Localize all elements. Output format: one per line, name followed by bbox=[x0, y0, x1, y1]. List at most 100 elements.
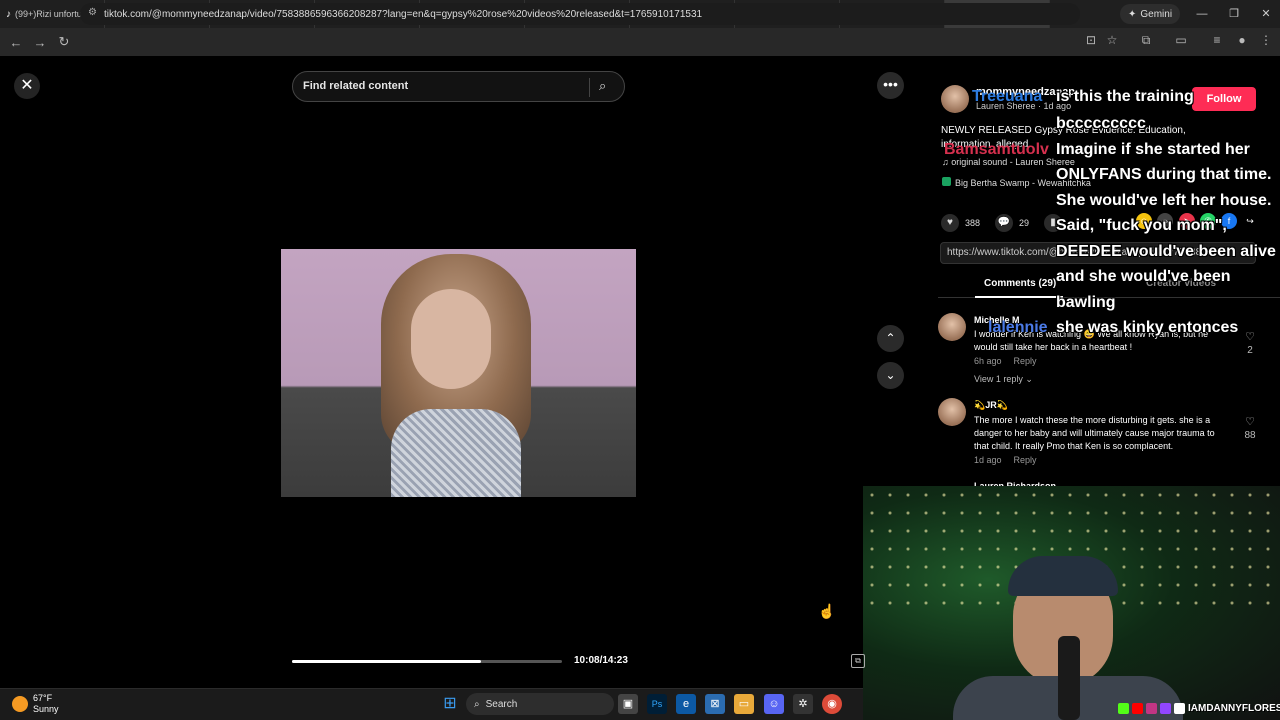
streamer-handle: IAMDANNYFLORES bbox=[1118, 703, 1280, 714]
forward-icon[interactable]: → bbox=[28, 35, 52, 50]
chat-user-3: lalennie bbox=[988, 319, 1048, 336]
discord-icon[interactable]: ☺ bbox=[764, 694, 784, 714]
video-subject-face bbox=[411, 289, 491, 389]
bookmark-star-icon[interactable]: ☆ bbox=[1103, 33, 1121, 47]
previous-video-button[interactable]: ⌃ bbox=[877, 325, 904, 352]
taskbar-search-label: Search bbox=[485, 698, 518, 710]
chat-message-2-line: bccccccccc bbox=[1056, 115, 1146, 132]
search-icon[interactable]: ⌕ bbox=[599, 78, 606, 94]
edge-icon[interactable]: e bbox=[676, 694, 696, 714]
comment-icon: 💬 bbox=[995, 214, 1013, 232]
weather-text: 67°F Sunny bbox=[33, 693, 59, 715]
chat-message-2-line: She would've left her house. bbox=[1056, 191, 1272, 209]
tab-active-indicator bbox=[975, 296, 1063, 298]
chat-message-2-line: Said, "fuck you mom", bbox=[1056, 217, 1227, 234]
chat-user-2: Bamsamtuolv bbox=[944, 141, 1049, 158]
video-time: 10:08/14:23 bbox=[574, 655, 628, 666]
gemini-button[interactable]: ✦ Gemini bbox=[1120, 4, 1181, 24]
related-search: Find related content ⌕ bbox=[292, 71, 625, 102]
comment-like-icon[interactable]: ♡ bbox=[1242, 330, 1258, 343]
app-icon[interactable]: ✲ bbox=[793, 694, 813, 714]
reply-button[interactable]: Reply bbox=[1014, 356, 1037, 366]
comment-like-icon[interactable]: ♡ bbox=[1242, 415, 1258, 428]
next-video-button[interactable]: ⌄ bbox=[877, 362, 904, 389]
chrome-icon[interactable]: ◉ bbox=[822, 694, 842, 714]
camera-toggle-icon[interactable]: ⧉ bbox=[851, 654, 865, 668]
back-icon[interactable]: ← bbox=[4, 35, 28, 50]
tab-comments[interactable]: Comments (29) bbox=[984, 278, 1056, 289]
profile-icon[interactable]: ● bbox=[1233, 33, 1251, 47]
task-view-icon[interactable]: ▣ bbox=[618, 694, 638, 714]
photoshop-icon[interactable]: Ps bbox=[647, 694, 667, 714]
share-arrow-icon[interactable]: ↪ bbox=[1242, 213, 1258, 229]
comment-meta: 1d ago Reply bbox=[974, 455, 1049, 465]
follow-button[interactable]: Follow bbox=[1192, 87, 1256, 111]
url-input[interactable]: ⚙ tiktok.com/@mommyneedzanap/video/75838… bbox=[80, 3, 1080, 25]
more-options-button[interactable]: ••• bbox=[877, 72, 904, 99]
site-info-icon[interactable]: ⚙ bbox=[88, 7, 97, 18]
comment-meta: 6h ago Reply bbox=[974, 356, 1049, 366]
comment-stat[interactable]: 💬 29 bbox=[995, 214, 1029, 232]
video-frame[interactable] bbox=[281, 249, 636, 497]
view-replies-button[interactable]: View 1 reply ⌄ bbox=[974, 374, 1033, 385]
close-window-button[interactable]: ✕ bbox=[1250, 0, 1280, 28]
gemini-label: Gemini bbox=[1140, 8, 1173, 20]
tiktok-favicon-icon: ♪ bbox=[6, 8, 11, 20]
install-icon[interactable]: ⊡ bbox=[1082, 33, 1100, 47]
chat-message-3: she was kinky entonces bbox=[1056, 319, 1239, 336]
heart-icon: ♥ bbox=[941, 214, 959, 232]
windows-start-icon[interactable]: ⊞ bbox=[440, 694, 460, 714]
comment-time: 1d ago bbox=[974, 455, 1002, 465]
like-stat[interactable]: ♥ 388 bbox=[941, 214, 980, 232]
comment-count: 29 bbox=[1019, 218, 1030, 228]
video-subject-shirt bbox=[391, 409, 521, 497]
chat-message-1: is this the training bbox=[1056, 88, 1194, 105]
chat-message-2-line: Imagine if she started her bbox=[1056, 140, 1250, 158]
location-icon bbox=[942, 177, 951, 186]
view-replies-label: View 1 reply bbox=[974, 374, 1023, 384]
mouse-cursor-icon: ☝ bbox=[818, 603, 836, 619]
split-view-icon[interactable]: ▭ bbox=[1172, 33, 1190, 47]
commenter-avatar[interactable] bbox=[938, 398, 966, 426]
search-input[interactable]: Find related content bbox=[303, 80, 408, 92]
tiktok-icon bbox=[1174, 703, 1185, 714]
comment-time: 6h ago bbox=[974, 356, 1002, 366]
comment-text: The more I watch these the more disturbi… bbox=[974, 415, 1215, 451]
like-count: 388 bbox=[965, 218, 981, 228]
menu-kebab-icon[interactable]: ⋮ bbox=[1257, 33, 1275, 47]
taskbar-search[interactable]: ⌕ Search bbox=[466, 693, 614, 715]
chat-message-2-line: bawling bbox=[1056, 293, 1116, 311]
close-video-button[interactable]: ✕ bbox=[14, 73, 40, 99]
reply-button[interactable]: Reply bbox=[1014, 455, 1037, 465]
comment-like-count: 88 bbox=[1244, 430, 1256, 441]
streamer-handle-text: IAMDANNYFLORES bbox=[1188, 703, 1280, 714]
youtube-icon bbox=[1132, 703, 1143, 714]
gemini-icon: ✦ bbox=[1128, 8, 1137, 20]
commenter-avatar[interactable] bbox=[938, 313, 966, 341]
chat-message-2-line: ONLYFANS during that time. bbox=[1056, 166, 1272, 183]
file-explorer-icon[interactable]: ▭ bbox=[734, 694, 754, 714]
comment-author[interactable]: 💫JR💫 bbox=[974, 400, 1008, 411]
twitch-icon bbox=[1160, 703, 1171, 714]
chat-user-1: Treeuana bbox=[972, 88, 1043, 105]
extensions-icon[interactable]: ⧉ bbox=[1137, 33, 1155, 48]
video-progress-fill bbox=[292, 660, 481, 663]
search-icon: ⌕ bbox=[474, 698, 480, 710]
media-icon[interactable]: ≡ bbox=[1208, 33, 1226, 47]
video-progress-bar[interactable] bbox=[292, 660, 562, 663]
instagram-icon bbox=[1146, 703, 1157, 714]
weather-temp: 67°F bbox=[33, 693, 53, 703]
author-avatar[interactable] bbox=[941, 85, 969, 113]
comment-like-count: 2 bbox=[1247, 345, 1253, 356]
kick-icon bbox=[1118, 703, 1129, 714]
url-text: tiktok.com/@mommyneedzanap/video/7583886… bbox=[104, 8, 703, 20]
chat-message-2-line: and she would've been bbox=[1056, 268, 1231, 285]
streamer-cap bbox=[1008, 556, 1118, 596]
minimize-button[interactable]: — bbox=[1186, 0, 1218, 28]
tab-label: (99+)Rizi unfortu bbox=[15, 9, 82, 19]
reload-icon[interactable]: ↻ bbox=[52, 34, 76, 50]
sun-icon bbox=[12, 696, 28, 712]
store-icon[interactable]: ⊠ bbox=[705, 694, 725, 714]
maximize-button[interactable]: ❐ bbox=[1218, 0, 1250, 28]
weather-condition: Sunny bbox=[33, 704, 59, 714]
